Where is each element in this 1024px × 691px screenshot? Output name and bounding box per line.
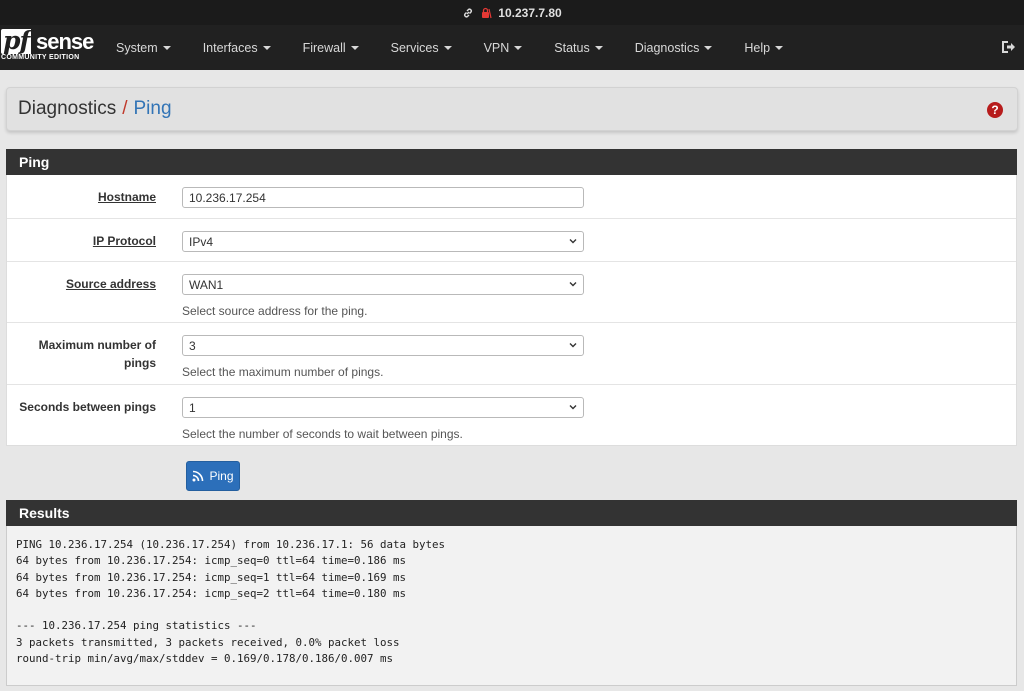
hostname-input[interactable]: 10.236.17.254	[182, 187, 584, 208]
ping-button-label: Ping	[209, 469, 234, 483]
ping-button[interactable]: Ping	[186, 461, 240, 491]
ip-protocol-row: IP Protocol IPv4	[7, 219, 1016, 262]
ping-output-text: PING 10.236.17.254 (10.236.17.254) from …	[16, 538, 446, 666]
chevron-down-icon	[569, 239, 577, 244]
nav-item-system[interactable]: System	[100, 25, 187, 70]
help-glyph: ?	[991, 103, 999, 117]
nav-menu: System Interfaces Firewall Services VPN …	[100, 25, 799, 70]
sign-out-icon[interactable]	[1000, 39, 1016, 55]
caret-down-icon	[162, 45, 171, 50]
source-address-row: Source address WAN1 Select source addres…	[7, 262, 1016, 323]
nav-item-label: System	[116, 40, 158, 55]
ip-protocol-value: IPv4	[189, 234, 214, 249]
results-panel-header: Results	[6, 500, 1017, 526]
caret-down-icon	[704, 45, 713, 50]
ping-panel-header: Ping	[6, 149, 1017, 175]
max-pings-help: Select the maximum number of pings.	[182, 365, 384, 379]
nav-item-label: Diagnostics	[634, 40, 700, 55]
hostname-value: 10.236.17.254	[189, 190, 266, 205]
nav-item-label: Help	[744, 40, 771, 55]
breadcrumb-current[interactable]: Ping	[134, 98, 172, 120]
ping-form: Hostname 10.236.17.254 IP Protocol IPv4 …	[6, 175, 1017, 446]
caret-down-icon	[443, 45, 452, 50]
chevron-down-icon	[569, 282, 577, 287]
max-pings-row: Maximum number of pings 3 Select the max…	[7, 323, 1016, 385]
logo-pf: pf	[1, 26, 32, 55]
logo-tagline: COMMUNITY EDITION	[1, 54, 80, 61]
lock-warning-icon	[482, 7, 492, 18]
seconds-between-row: Seconds between pings 1 Select the numbe…	[7, 385, 1016, 445]
nav-item-diagnostics[interactable]: Diagnostics	[619, 25, 729, 70]
nav-item-firewall[interactable]: Firewall	[287, 25, 375, 70]
url-text[interactable]: 10.237.7.80	[498, 6, 561, 20]
nav-item-label: VPN	[483, 40, 510, 55]
seconds-between-label: Seconds between pings	[19, 400, 156, 414]
caret-down-icon	[350, 45, 359, 50]
source-address-label: Source address	[65, 277, 156, 291]
nav-item-label: Services	[390, 40, 439, 55]
source-address-value: WAN1	[189, 277, 224, 292]
hostname-label: Hostname	[97, 190, 156, 204]
caret-down-icon	[775, 45, 784, 50]
ip-protocol-select[interactable]: IPv4	[182, 231, 584, 252]
top-navbar: pf sense COMMUNITY EDITION System Interf…	[0, 25, 1024, 70]
caret-down-icon	[594, 45, 603, 50]
nav-item-help[interactable]: Help	[728, 25, 799, 70]
nav-item-vpn[interactable]: VPN	[468, 25, 539, 70]
nav-item-status[interactable]: Status	[538, 25, 618, 70]
panel-title: Results	[19, 505, 70, 521]
seconds-between-select[interactable]: 1	[182, 397, 584, 418]
link-icon	[464, 8, 473, 17]
caret-down-icon	[262, 45, 271, 50]
source-address-help: Select source address for the ping.	[182, 304, 368, 318]
max-pings-value: 3	[189, 338, 196, 353]
nav-item-interfaces[interactable]: Interfaces	[187, 25, 287, 70]
nav-item-label: Status	[554, 40, 590, 55]
caret-down-icon	[514, 45, 523, 50]
rss-icon	[192, 470, 204, 482]
question-circle-icon[interactable]: ?	[987, 102, 1003, 118]
address-bar: 10.237.7.80	[0, 0, 1024, 25]
nav-item-services[interactable]: Services	[375, 25, 468, 70]
breadcrumb-separator: /	[122, 98, 128, 119]
chevron-down-icon	[569, 343, 577, 348]
seconds-between-help: Select the number of seconds to wait bet…	[182, 427, 463, 441]
hostname-row: Hostname 10.236.17.254	[7, 175, 1016, 219]
breadcrumb-parent[interactable]: Diagnostics	[18, 98, 116, 120]
max-pings-select[interactable]: 3	[182, 335, 584, 356]
page-header: Diagnostics / Ping ?	[6, 87, 1018, 131]
seconds-between-value: 1	[189, 400, 196, 415]
panel-title: Ping	[19, 154, 50, 170]
max-pings-label: Maximum number of pings	[38, 338, 156, 370]
nav-item-label: Interfaces	[202, 40, 258, 55]
nav-item-label: Firewall	[302, 40, 346, 55]
pfsense-logo[interactable]: pf sense COMMUNITY EDITION	[0, 25, 100, 70]
logo-sense: sense	[36, 29, 94, 54]
chevron-down-icon	[569, 405, 577, 410]
source-address-select[interactable]: WAN1	[182, 274, 584, 295]
results-output: PING 10.236.17.254 (10.236.17.254) from …	[6, 526, 1017, 686]
ip-protocol-label: IP Protocol	[92, 234, 156, 248]
